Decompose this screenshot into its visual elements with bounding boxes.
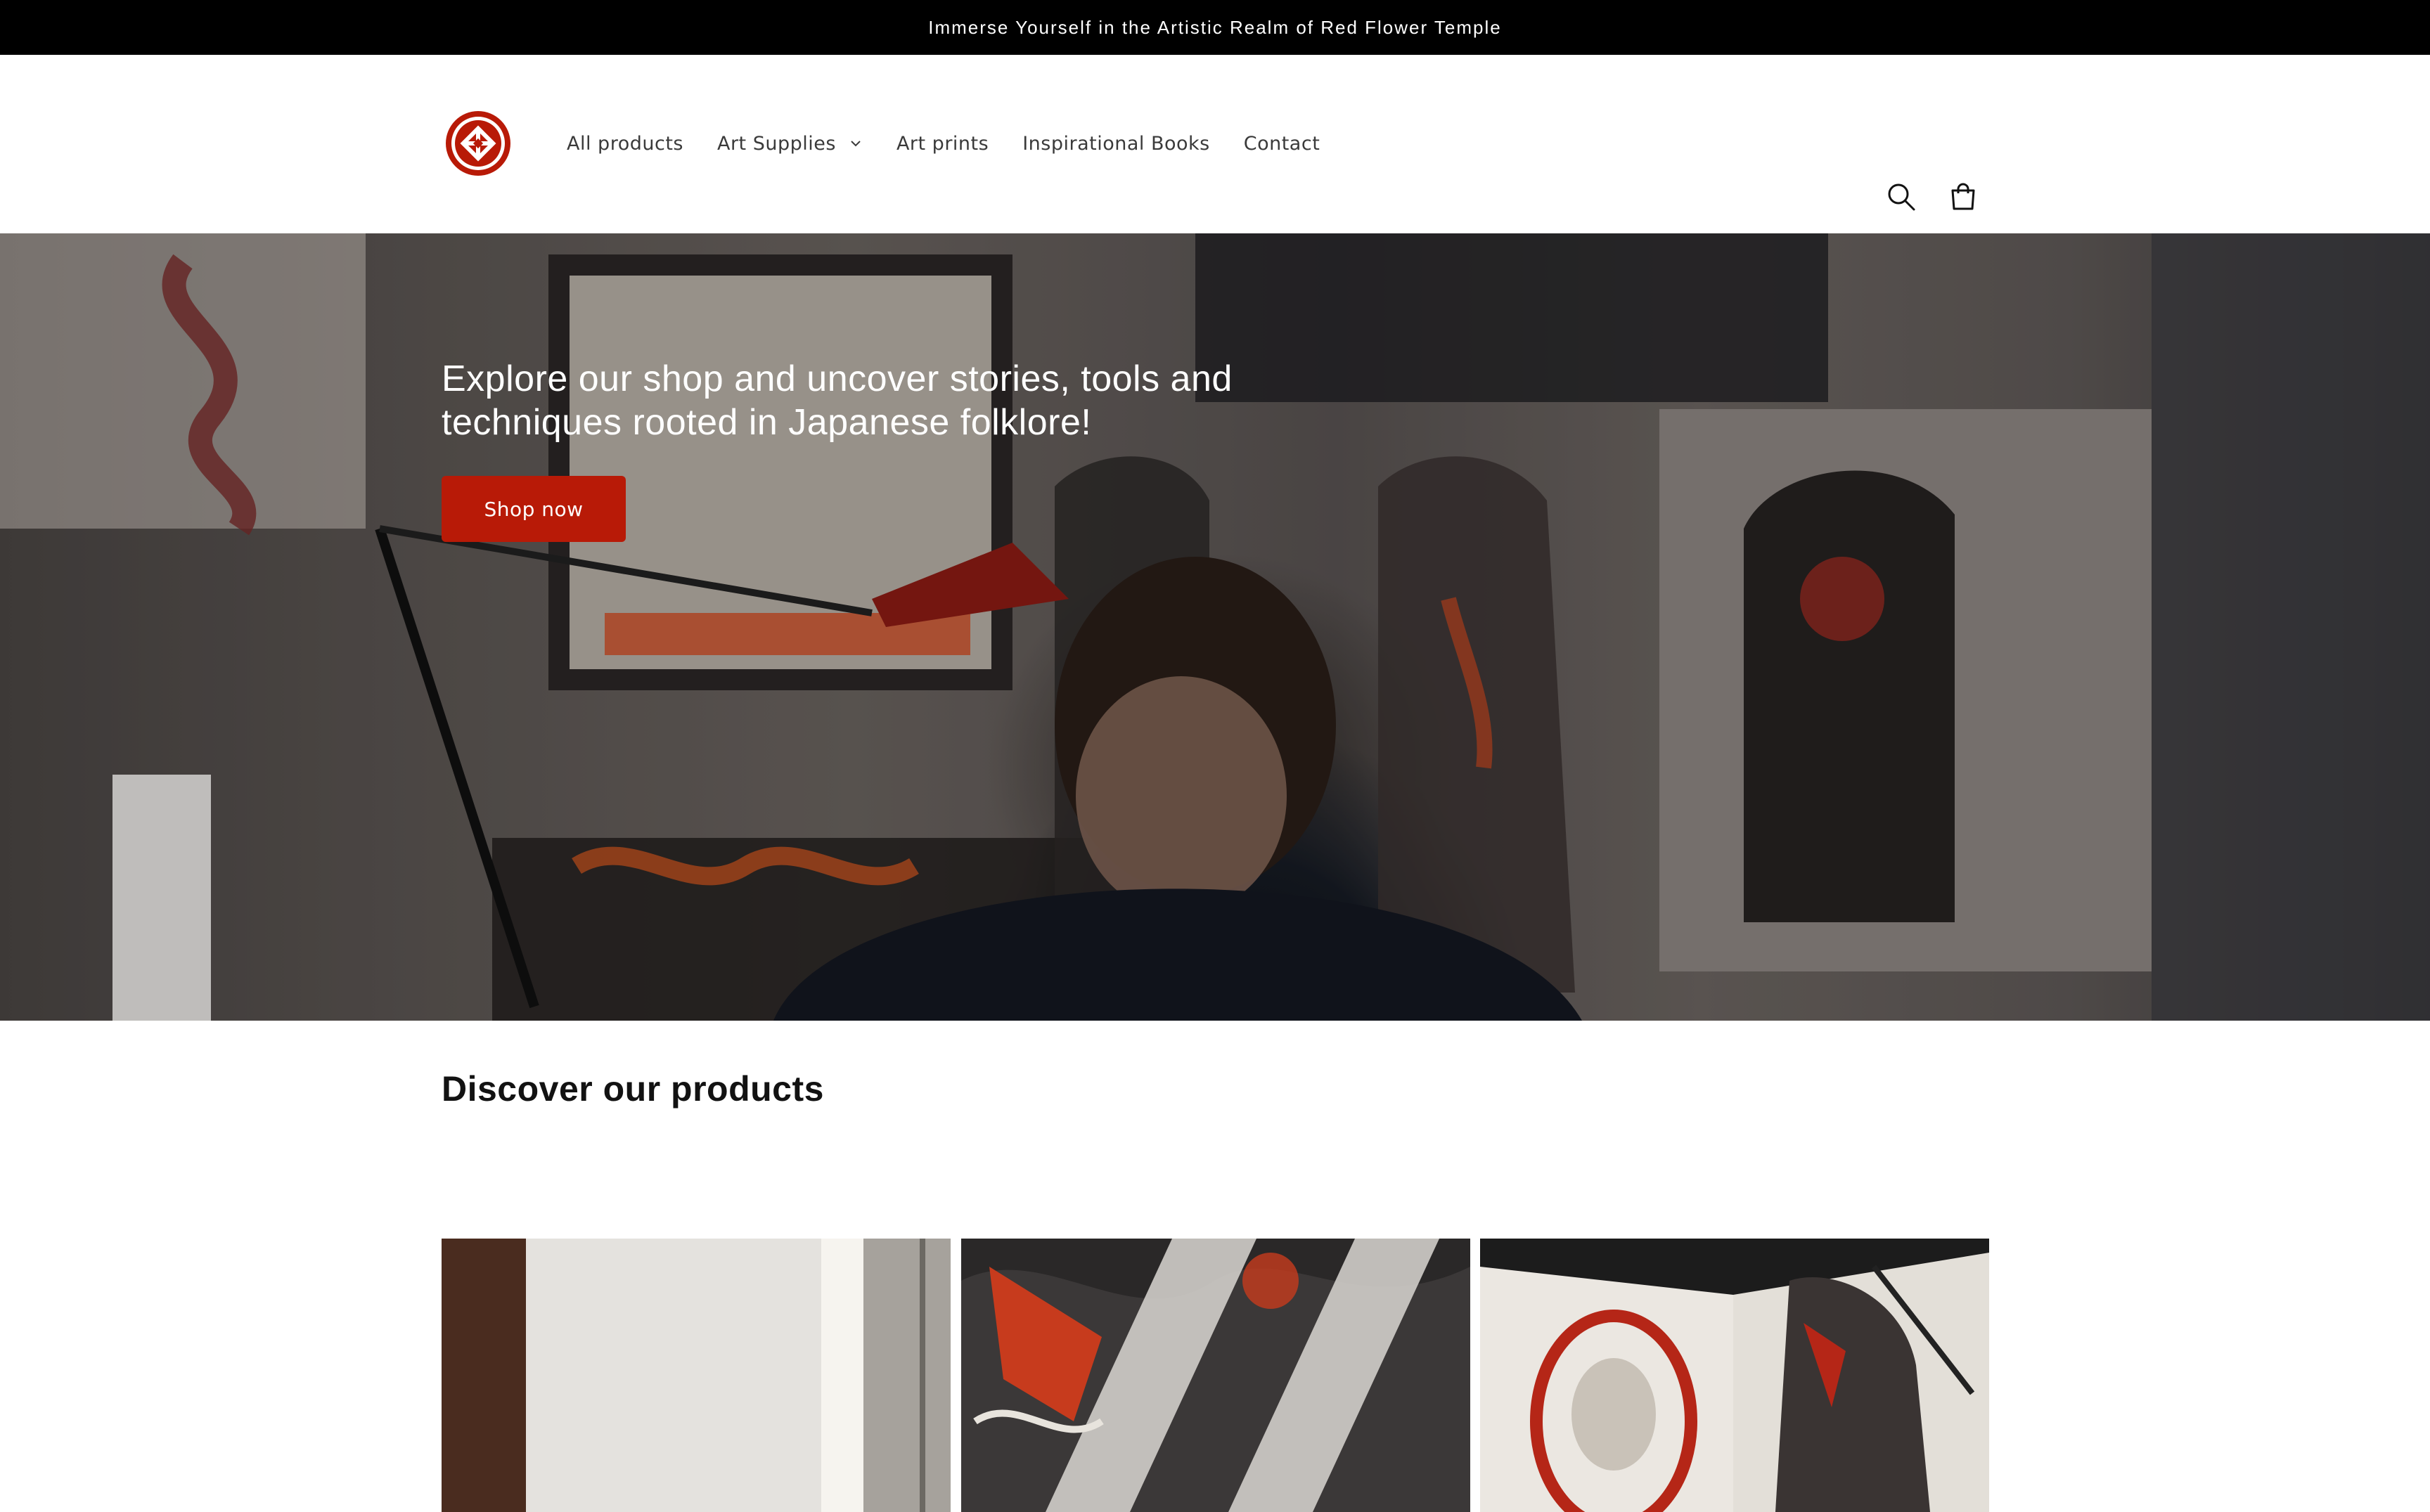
hero-banner: Explore our shop and uncover stories, to… <box>0 233 2430 1021</box>
nav-label: Art prints <box>896 132 989 155</box>
cart-button[interactable] <box>1946 180 1980 214</box>
nav-art-supplies[interactable]: Art Supplies <box>717 133 863 155</box>
nav-label: Inspirational Books <box>1022 132 1210 155</box>
product-card-image[interactable] <box>961 1239 1470 1512</box>
section-title: Discover our products <box>442 1069 824 1109</box>
nav-label: Contact <box>1243 132 1320 155</box>
product-image <box>1480 1239 1989 1512</box>
cart-icon <box>1951 183 1975 210</box>
nav-inspirational-books[interactable]: Inspirational Books <box>1022 133 1210 155</box>
announcement-bar: Immerse Yourself in the Artistic Realm o… <box>0 0 2430 55</box>
nav-label: All products <box>567 132 683 155</box>
announcement-text: Immerse Yourself in the Artistic Realm o… <box>928 16 1502 38</box>
product-card-image[interactable] <box>1480 1239 1989 1512</box>
product-image <box>442 1239 951 1512</box>
product-image <box>961 1239 1470 1512</box>
site-logo[interactable] <box>444 110 512 177</box>
main-nav: All products Art Supplies Art prints Ins… <box>567 128 1320 159</box>
site-header: All products Art Supplies Art prints Ins… <box>0 55 2430 233</box>
hero-overlay <box>0 233 2430 1021</box>
shop-now-button[interactable]: Shop now <box>442 476 626 542</box>
nav-contact[interactable]: Contact <box>1244 133 1320 155</box>
nav-all-products[interactable]: All products <box>567 133 683 155</box>
product-card-image[interactable] <box>442 1239 951 1512</box>
chevron-down-icon <box>851 141 861 147</box>
search-button[interactable] <box>1884 180 1918 214</box>
nav-label: Art Supplies <box>716 132 836 155</box>
hero-heading: Explore our shop and uncover stories, to… <box>442 358 1233 443</box>
nav-art-prints[interactable]: Art prints <box>896 133 989 155</box>
red-flower-temple-logo-icon <box>446 111 510 176</box>
search-icon <box>1888 183 1915 211</box>
